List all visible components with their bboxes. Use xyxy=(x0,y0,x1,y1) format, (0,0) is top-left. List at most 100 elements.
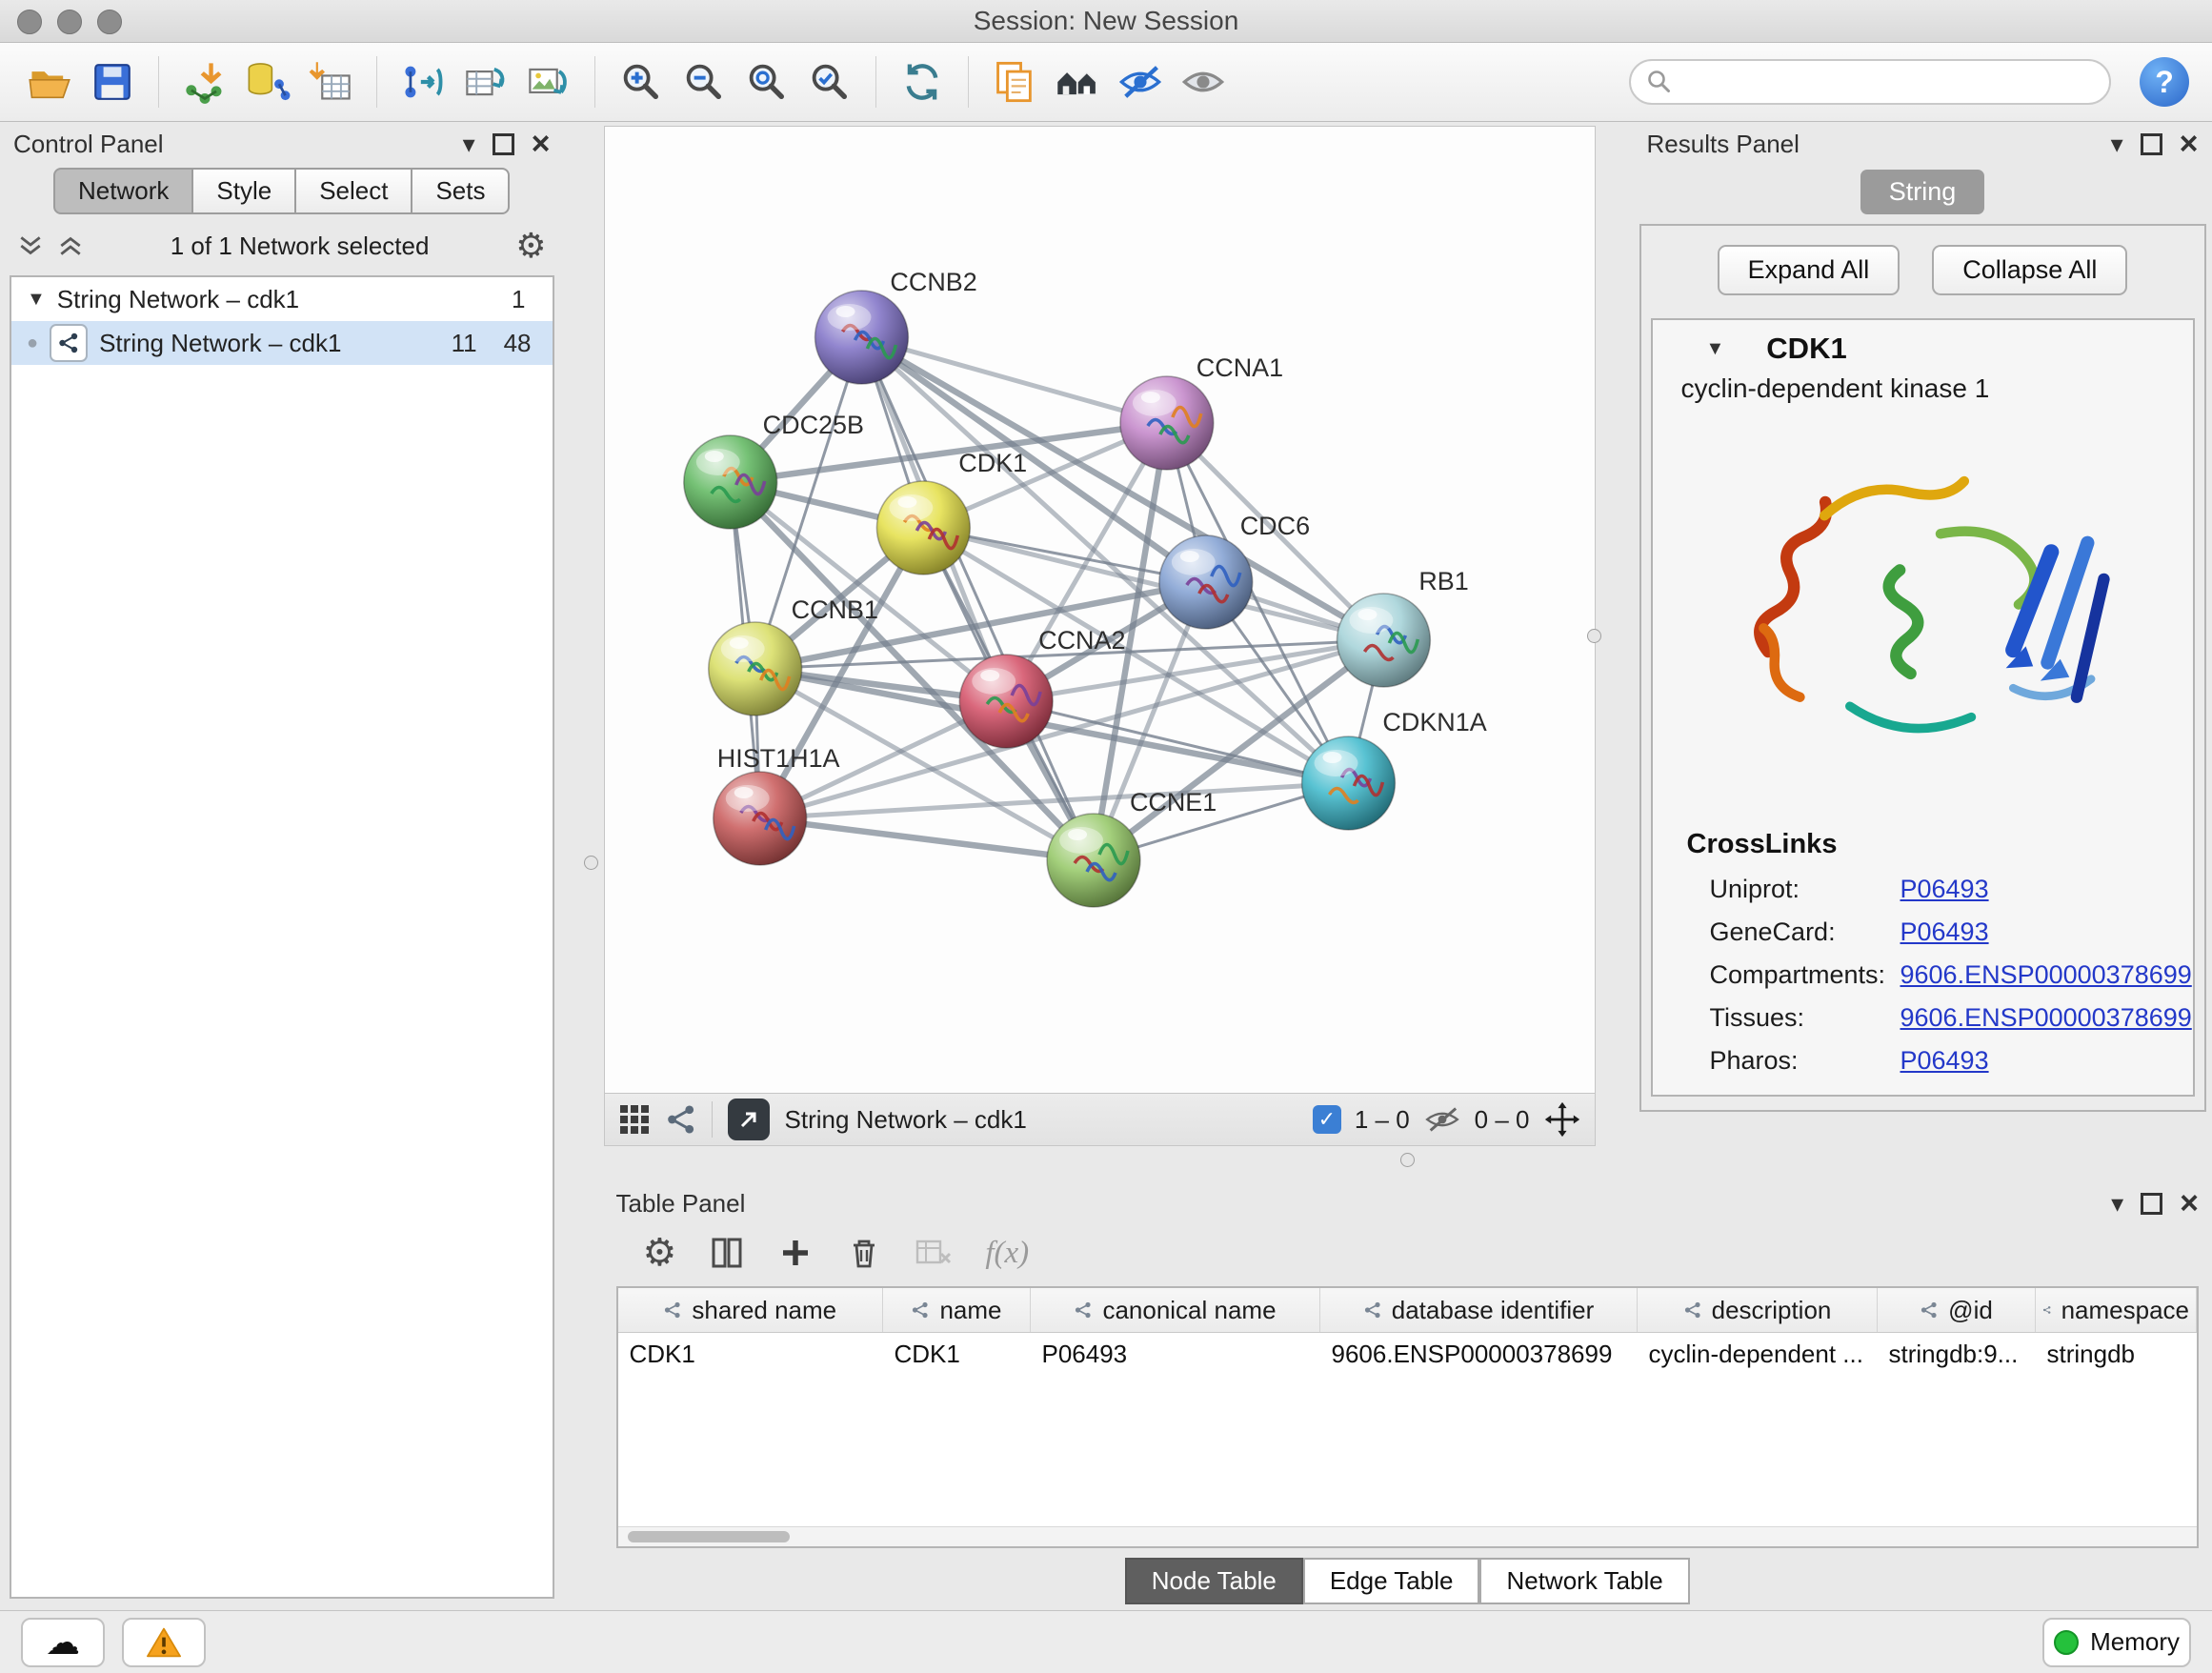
tab-sets[interactable]: Sets xyxy=(412,168,510,214)
panel-collapse-icon[interactable]: ▾ xyxy=(463,131,475,156)
tab-edge-table[interactable]: Edge Table xyxy=(1303,1558,1480,1604)
help-button[interactable]: ? xyxy=(2140,57,2189,107)
import-table-from-file-button[interactable] xyxy=(304,54,357,110)
collapse-all-button[interactable]: Collapse All xyxy=(1932,245,2127,295)
splitter-handle[interactable] xyxy=(584,856,598,870)
zoom-fit-button[interactable] xyxy=(740,54,794,110)
refresh-layout-button[interactable] xyxy=(895,54,949,110)
birds-eye-crosshair-icon[interactable] xyxy=(1543,1100,1581,1139)
panel-close-icon[interactable]: × xyxy=(2180,1187,2199,1219)
import-network-from-file-button[interactable] xyxy=(178,54,231,110)
warnings-button[interactable] xyxy=(122,1618,206,1667)
memory-button[interactable]: Memory xyxy=(2042,1618,2191,1667)
expand-all-icon[interactable] xyxy=(57,232,84,259)
crosslink-link[interactable]: P06493 xyxy=(1900,1046,1989,1076)
network-node-CCNA1[interactable] xyxy=(1119,376,1213,470)
network-node-CDK1[interactable] xyxy=(876,481,970,574)
results-tab-string[interactable]: String xyxy=(1860,170,1985,214)
splitter-handle[interactable] xyxy=(1400,1153,1415,1167)
column-header--id[interactable]: @id xyxy=(1878,1288,2036,1333)
function-builder-button[interactable]: f(x) xyxy=(985,1236,1029,1271)
close-window-button[interactable] xyxy=(17,10,42,34)
network-edge[interactable] xyxy=(759,818,1093,860)
splitter-handle[interactable] xyxy=(1587,629,1601,643)
delete-table-icon xyxy=(915,1237,953,1269)
zoom-out-button[interactable] xyxy=(677,54,731,110)
table-options-gear-icon[interactable]: ⚙ xyxy=(643,1231,677,1275)
tab-network[interactable]: Network xyxy=(53,168,192,214)
column-header-canonical-name[interactable]: canonical name xyxy=(1031,1288,1320,1333)
network-node-HIST1H1A[interactable] xyxy=(713,772,806,865)
protein-expander-icon[interactable]: ▼ xyxy=(1706,338,1725,360)
cloud-status-button[interactable]: ☁ xyxy=(21,1618,105,1667)
table-row[interactable]: CDK1CDK1P064939606.ENSP00000378699cyclin… xyxy=(618,1333,2197,1376)
panel-float-icon[interactable] xyxy=(2141,133,2162,155)
search-input[interactable] xyxy=(1682,67,2094,98)
panel-close-icon[interactable]: × xyxy=(2180,128,2199,160)
grid-view-icon[interactable] xyxy=(618,1103,651,1136)
column-header-shared-name[interactable]: shared name xyxy=(618,1288,883,1333)
zoom-window-button[interactable] xyxy=(97,10,122,34)
hide-selected-button[interactable] xyxy=(1114,54,1167,110)
save-session-button[interactable] xyxy=(86,54,139,110)
column-header-description[interactable]: description xyxy=(1638,1288,1878,1333)
crosslink-link[interactable]: P06493 xyxy=(1900,875,1989,904)
expand-all-button[interactable]: Expand All xyxy=(1718,245,1900,295)
network-row[interactable]: ● String Network – cdk1 11 48 xyxy=(11,321,553,365)
column-header-name[interactable]: name xyxy=(883,1288,1031,1333)
zoom-selected-button[interactable] xyxy=(803,54,856,110)
crosslink-label: Uniprot: xyxy=(1710,875,1900,904)
crosslink-link[interactable]: 9606.ENSP00000378699 xyxy=(1900,960,2192,990)
collection-expander-icon[interactable]: ▼ xyxy=(27,289,46,311)
tab-node-table[interactable]: Node Table xyxy=(1125,1558,1303,1604)
network-node-RB1[interactable] xyxy=(1337,594,1430,687)
show-all-button[interactable] xyxy=(1176,54,1230,110)
column-header-namespace[interactable]: namespace xyxy=(2036,1288,2197,1333)
network-edge[interactable] xyxy=(1006,701,1348,783)
hidden-eye-slash-icon[interactable] xyxy=(1423,1105,1461,1134)
network-node-CCNB2[interactable] xyxy=(814,291,908,384)
network-collection-row[interactable]: ▼ String Network – cdk1 1 xyxy=(11,277,553,321)
panel-float-icon[interactable] xyxy=(493,133,514,155)
zoom-in-button[interactable] xyxy=(614,54,668,110)
share-network-icon[interactable] xyxy=(666,1104,696,1135)
network-node-CDC6[interactable] xyxy=(1158,535,1252,629)
results-panel: Results Panel ▾ × String Expand All Coll… xyxy=(1634,122,2212,1166)
collapse-all-icon[interactable] xyxy=(17,232,44,259)
scrollbar-thumb[interactable] xyxy=(628,1531,790,1542)
minimize-window-button[interactable] xyxy=(57,10,82,34)
add-column-icon[interactable] xyxy=(777,1235,814,1271)
selected-checkbox-icon[interactable]: ✓ xyxy=(1313,1105,1341,1134)
copy-style-button[interactable] xyxy=(988,54,1041,110)
protein-structure-image xyxy=(1653,412,2193,814)
import-network-from-database-button[interactable] xyxy=(241,54,294,110)
panel-collapse-icon[interactable]: ▾ xyxy=(2111,131,2123,156)
network-node-CDC25B[interactable] xyxy=(683,435,776,529)
network-options-gear-icon[interactable]: ⚙ xyxy=(515,226,546,266)
delete-column-icon[interactable] xyxy=(846,1235,882,1271)
network-node-CCNA2[interactable] xyxy=(959,655,1053,748)
horizontal-scrollbar[interactable] xyxy=(618,1526,2198,1546)
first-neighbors-button[interactable] xyxy=(1051,54,1104,110)
tab-style[interactable]: Style xyxy=(192,168,295,214)
export-image-icon xyxy=(526,59,572,105)
open-session-button[interactable] xyxy=(23,54,76,110)
column-header-database-identifier[interactable]: database identifier xyxy=(1320,1288,1638,1333)
crosslink-link[interactable]: 9606.ENSP00000378699 xyxy=(1900,1003,2192,1033)
tab-select[interactable]: Select xyxy=(295,168,412,214)
panel-close-icon[interactable]: × xyxy=(532,128,551,160)
panel-collapse-icon[interactable]: ▾ xyxy=(2111,1191,2123,1216)
network-canvas[interactable]: CCNB2CCNA1CDC25BCDK1CDC6RB1CCNB1CCNA2CDK… xyxy=(604,126,1596,1094)
open-external-button[interactable] xyxy=(728,1099,770,1140)
network-node-CCNB1[interactable] xyxy=(708,622,801,716)
network-graph[interactable]: CCNB2CCNA1CDC25BCDK1CDC6RB1CCNB1CCNA2CDK… xyxy=(605,127,1595,1093)
tab-network-table[interactable]: Network Table xyxy=(1479,1558,1689,1604)
network-node-CDKN1A[interactable] xyxy=(1301,736,1395,830)
network-node-CCNE1[interactable] xyxy=(1047,814,1140,907)
export-table-button[interactable] xyxy=(459,54,513,110)
panel-float-icon[interactable] xyxy=(2141,1193,2162,1215)
show-columns-icon[interactable] xyxy=(709,1235,745,1271)
export-network-button[interactable] xyxy=(396,54,450,110)
crosslink-link[interactable]: P06493 xyxy=(1900,917,1989,947)
export-image-button[interactable] xyxy=(522,54,575,110)
